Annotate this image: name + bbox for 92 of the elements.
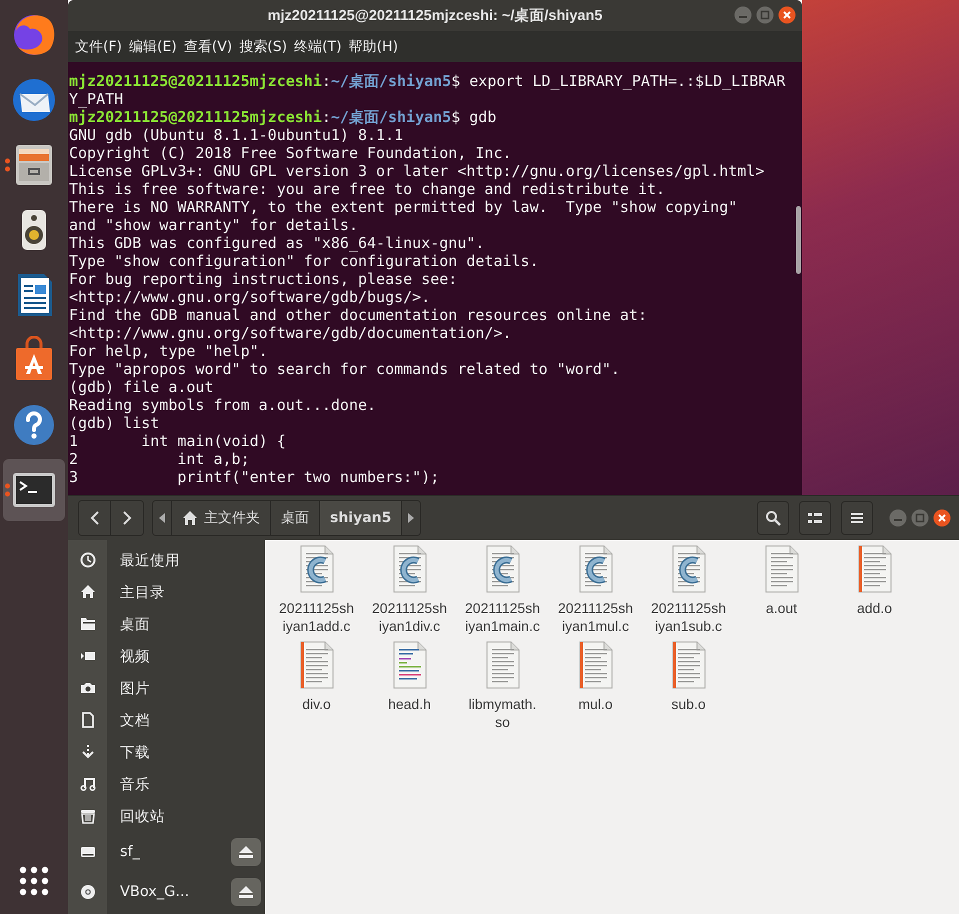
file-name[interactable]: 20211125sh iyan1main.c — [465, 599, 540, 635]
scrollbar-thumb[interactable] — [796, 206, 801, 274]
command-text: $ gdb — [451, 108, 496, 126]
output-line: 3 printf("enter two numbers:"); — [69, 468, 440, 486]
eject-icon — [239, 886, 253, 898]
file-name[interactable]: div.o — [302, 695, 331, 713]
output-line: Copyright (C) 2018 Free Software Foundation, Inc. — [69, 144, 513, 162]
output-line: For bug reporting instructions, please see: — [69, 270, 458, 288]
close-icon[interactable] — [933, 509, 951, 527]
menu-item[interactable]: 文件(F) — [72, 38, 125, 56]
output-line: Find the GDB manual and other documentation resources online at: — [69, 306, 648, 324]
drive-icon — [80, 844, 96, 860]
output-line: License GPLv3+: GNU GPL version 3 or later <http://gnu.org/licenses/gpl.html> — [69, 162, 766, 180]
folder-icon — [80, 616, 96, 632]
prompt-user: mjz20211125@20211125mjzceshi — [69, 72, 322, 90]
sidebar-item[interactable]: 音乐 — [120, 774, 265, 794]
left-arrow-icon — [159, 513, 165, 523]
prompt-path: ~/桌面/shiyan5 — [330, 72, 452, 90]
menu-button[interactable] — [841, 501, 873, 535]
sidebar-item[interactable]: 桌面 — [120, 614, 265, 634]
sidebar-item[interactable]: 最近使用 — [120, 550, 265, 570]
output-line: <http://www.gnu.org/software/gdb/bugs/>. — [69, 288, 432, 306]
file-name[interactable]: 20211125sh iyan1div.c — [372, 599, 447, 635]
home-icon — [182, 510, 198, 526]
output-line: Type "apropos word" to search for commands related to "word". — [69, 360, 621, 378]
output-line: 2 int a,b; — [69, 450, 251, 468]
output-line: GNU gdb (Ubuntu 8.1.1-0ubuntu1) 8.1.1 — [69, 126, 404, 144]
path-segment[interactable]: shiyan5 — [320, 501, 402, 535]
home-icon — [80, 584, 96, 600]
file-name[interactable]: head.h — [388, 695, 431, 713]
mail-icon[interactable] — [10, 76, 58, 124]
command-text: $ export LD_LIBRARY_PATH=.:$LD_LIBRAR — [451, 72, 786, 90]
menu-item[interactable]: 终端(T) — [291, 38, 345, 56]
eject-icon — [239, 846, 253, 858]
output-line: Y_PATH — [69, 90, 124, 108]
menu-item[interactable]: 查看(V) — [180, 38, 236, 56]
output-line: (gdb) file a.out — [69, 378, 214, 396]
output-line: There is NO WARRANTY, to the extent permitted by law. Type "show copying" — [69, 198, 738, 216]
forward-icon — [122, 511, 132, 525]
sidebar-item[interactable]: sf_ — [120, 844, 231, 860]
file-name[interactable]: a.out — [766, 599, 798, 617]
music-note-icon — [80, 776, 96, 792]
file-name[interactable]: 20211125sh iyan1sub.c — [651, 599, 726, 635]
file-name[interactable]: sub.o — [671, 695, 706, 713]
menu-item[interactable]: 编辑(E) — [126, 38, 180, 56]
sidebar-item[interactable]: 下载 — [120, 742, 265, 762]
sidebar-item[interactable]: 视频 — [120, 646, 265, 666]
file-name[interactable]: 20211125sh iyan1mul.c — [558, 599, 633, 635]
list-view-icon — [807, 510, 823, 526]
menu-item[interactable]: 搜索(S) — [236, 38, 290, 56]
sidebar-item[interactable]: 主目录 — [120, 582, 265, 602]
output-line: (gdb) list — [69, 414, 160, 432]
right-arrow-icon — [408, 513, 414, 523]
search-button[interactable] — [757, 501, 789, 535]
clock-icon — [80, 552, 96, 568]
prompt-path: ~/桌面/shiyan5 — [330, 108, 452, 126]
back-button[interactable] — [79, 501, 111, 535]
output-line: For help, type "help". — [69, 342, 269, 360]
output-line: Type "show configuration" for configuration details. — [69, 252, 540, 270]
window-title: mjz20211125@20211125mjzceshi: ~/桌面/shiyan5 — [268, 6, 602, 25]
prompt-user: mjz20211125@20211125mjzceshi — [69, 108, 322, 126]
prompt-separator: : — [322, 72, 331, 90]
file-name[interactable]: libmymath. so — [468, 695, 536, 731]
file-name[interactable]: mul.o — [578, 695, 613, 713]
camera-icon — [80, 680, 96, 696]
app-grid-icon[interactable] — [19, 866, 49, 896]
eject-button[interactable] — [231, 838, 261, 866]
page-icon — [80, 712, 96, 728]
sidebar-item[interactable]: 文档 — [120, 710, 265, 730]
close-icon[interactable] — [778, 6, 796, 24]
scroll-left-button[interactable] — [153, 501, 172, 535]
back-icon — [90, 511, 100, 525]
trash-icon — [80, 808, 96, 824]
disc-icon — [80, 884, 96, 900]
output-line: This GDB was configured as "x86_64-linux-gnu". — [69, 234, 486, 252]
file-name[interactable]: add.o — [856, 599, 892, 617]
output-line: This is free software: you are free to change and redistribute it. — [69, 180, 666, 198]
eject-button[interactable] — [231, 878, 261, 906]
menu-icon — [849, 510, 865, 526]
search-icon — [765, 510, 781, 526]
output-line: 1 int main(void) { — [69, 432, 287, 450]
output-line: Reading symbols from a.out...done. — [69, 396, 378, 414]
output-line: <http://www.gnu.org/software/gdb/documentation/>. — [69, 324, 513, 342]
sidebar-item[interactable]: 图片 — [120, 678, 265, 698]
sidebar-item[interactable]: VBox_G... — [120, 884, 231, 900]
view-options-button[interactable] — [799, 501, 831, 535]
prompt-separator: : — [322, 108, 331, 126]
download-icon — [80, 744, 96, 760]
file-name[interactable]: 20211125sh iyan1add.c — [279, 599, 354, 635]
output-line: and "show warranty" for details. — [69, 216, 359, 234]
menu-item[interactable]: 帮助(H) — [346, 38, 402, 56]
sidebar-item[interactable]: 回收站 — [120, 806, 265, 826]
